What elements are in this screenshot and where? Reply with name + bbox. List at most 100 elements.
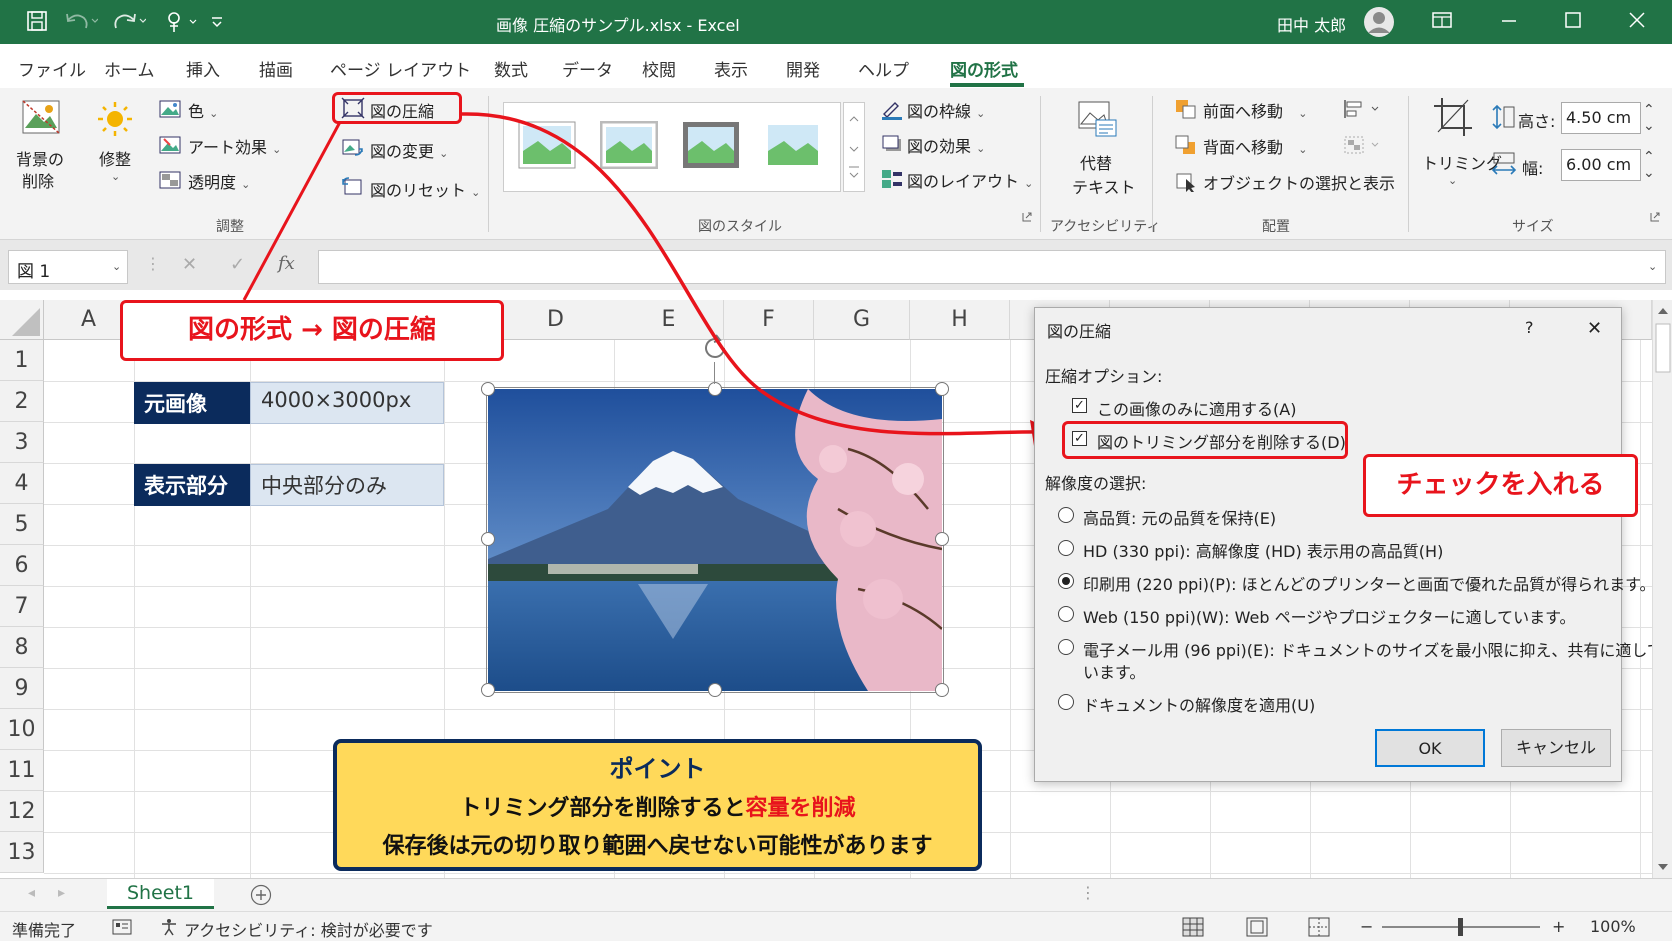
remove-bg-label-1[interactable]: 背景の [16,146,64,170]
status-accessibility[interactable]: アクセシビリティ: 検討が必要です [184,917,433,941]
selection-pane-button[interactable]: オブジェクトの選択と表示 [1203,170,1395,194]
save-icon[interactable] [26,10,48,32]
name-box[interactable]: 図 1 [8,250,128,284]
undo-icon[interactable] [64,10,98,32]
resolution-radio-high[interactable] [1058,507,1074,523]
row-header-6[interactable]: 6 [0,545,44,586]
resolution-radio-hd[interactable] [1058,540,1074,556]
reset-picture-button[interactable]: 図のリセット ⌄ [370,177,480,201]
maximize-icon[interactable] [1564,10,1582,30]
picture-effects-button[interactable]: 図の効果 ⌄ [907,133,985,157]
tab-view[interactable]: 表示 [714,56,748,81]
send-backward-icon[interactable] [1174,134,1198,156]
sheet-scroll-left-icon[interactable]: ◂ [28,885,35,901]
styles-dialog-launcher-icon[interactable] [1022,212,1032,222]
tab-picture-format[interactable]: 図の形式 [950,56,1018,81]
row-header-11[interactable]: 11 [0,750,44,791]
ribbon-display-icon[interactable] [1432,10,1452,30]
macro-record-icon[interactable] [112,918,132,936]
width-input[interactable]: 6.00 cm [1561,149,1641,181]
resolution-option-document[interactable]: ドキュメントの解像度を適用(U) [1083,692,1315,716]
transparency-icon[interactable] [158,169,182,191]
picture-effects-icon[interactable] [880,133,904,155]
width-spinner-icon[interactable]: ⌃ ⌄ [1643,149,1655,181]
gallery-scroll[interactable] [843,102,865,192]
tab-formulas[interactable]: 数式 [494,56,528,81]
customize-qat-icon[interactable] [210,10,224,32]
minimize-icon[interactable] [1500,10,1518,30]
select-all-corner[interactable] [0,300,44,340]
resolution-option-high[interactable]: 高品質: 元の品質を保持(E) [1083,505,1276,529]
tab-review[interactable]: 校閲 [642,56,676,81]
rotate-handle-icon[interactable] [700,333,730,363]
normal-view-icon[interactable] [1182,917,1204,937]
picture-style-thumb-4[interactable] [764,121,822,169]
row-header-7[interactable]: 7 [0,586,44,627]
resolution-radio-email[interactable] [1058,639,1074,655]
cell-c2[interactable]: 4000×3000px [250,382,444,424]
alt-text-icon[interactable] [1076,98,1118,140]
alt-text-label-2[interactable]: テキスト [1072,174,1136,198]
color-button[interactable]: 色 ⌄ [188,98,218,122]
dialog-help-icon[interactable]: ? [1525,318,1534,337]
cell-c4[interactable]: 中央部分のみ [250,464,444,506]
vertical-scrollbar[interactable] [1652,300,1672,878]
expand-formula-icon[interactable]: ⌄ [1648,260,1657,273]
apply-only-checkbox[interactable]: ✓ [1072,398,1087,413]
row-header-1[interactable]: 1 [0,340,44,381]
hscroll-grip-icon[interactable]: ⋮ [1080,883,1096,902]
formula-input[interactable] [318,250,1666,284]
redo-icon[interactable] [112,10,146,32]
zoom-in-icon[interactable]: + [1552,917,1565,936]
remove-bg-label-2[interactable]: 削除 [22,168,54,192]
tab-data[interactable]: データ [562,56,613,81]
resize-handle-w[interactable] [481,532,495,546]
row-header-2[interactable]: 2 [0,381,44,422]
sheet-scroll-right-icon[interactable]: ▸ [58,885,65,901]
zoom-out-icon[interactable]: − [1360,917,1373,936]
tab-developer[interactable]: 開発 [786,56,820,81]
tab-file[interactable]: ファイル [18,56,86,81]
enter-entry-icon[interactable]: ✓ [230,254,245,275]
row-header-3[interactable]: 3 [0,422,44,463]
resolution-option-web[interactable]: Web (150 ppi)(W): Web ページやプロジェクターに適しています… [1083,604,1576,628]
name-box-dropdown-icon[interactable]: ⌄ [112,260,121,273]
resolution-option-hd[interactable]: HD (330 ppi): 高解像度 (HD) 表示用の高品質(H) [1083,538,1443,562]
tab-insert[interactable]: 挿入 [186,56,220,81]
crop-dropdown-icon[interactable]: ⌄ [1448,174,1457,187]
cell-b2[interactable]: 元画像 [134,382,250,424]
avatar[interactable] [1363,6,1395,38]
column-header-g[interactable]: G [814,300,910,340]
reset-picture-icon[interactable] [341,176,365,198]
column-header-h[interactable]: H [910,300,1010,340]
picture-style-thumb-2[interactable] [600,121,658,169]
ok-button[interactable]: OK [1375,729,1485,767]
mount-fuji-photo[interactable] [488,389,942,691]
column-header-f[interactable]: F [724,300,814,340]
resize-handle-e[interactable] [935,532,949,546]
insert-function-icon[interactable]: fx [278,253,295,274]
resolution-radio-print[interactable] [1058,573,1074,589]
resolution-radio-web[interactable] [1058,606,1074,622]
align-icon[interactable] [1342,98,1382,120]
artistic-effects-icon[interactable] [158,134,182,156]
picture-style-thumb-1[interactable] [518,121,576,169]
accessibility-icon[interactable] [160,918,178,936]
row-header-13[interactable]: 13 [0,832,44,873]
corrections-label[interactable]: 修整 [99,146,131,170]
page-break-view-icon[interactable] [1308,917,1330,937]
resolution-option-email[interactable]: 電子メール用 (96 ppi)(E): ドキュメントのサイズを最小限に抑え、共有… [1083,637,1663,661]
touch-mode-icon[interactable] [164,10,198,34]
apply-only-label[interactable]: この画像のみに適用する(A) [1097,396,1296,420]
dialog-close-icon[interactable]: ✕ [1587,318,1602,339]
resolution-radio-document[interactable] [1058,694,1074,710]
resolution-option-email-cont[interactable]: います。 [1083,659,1145,683]
remove-background-icon[interactable] [20,98,62,140]
row-header-4[interactable]: 4 [0,463,44,504]
bring-forward-button[interactable]: 前面へ移動 ⌄ [1203,98,1308,122]
cancel-button[interactable]: キャンセル [1501,729,1611,767]
change-picture-icon[interactable] [341,137,365,159]
picture-border-button[interactable]: 図の枠線 ⌄ [907,98,985,122]
alt-text-label-1[interactable]: 代替 [1080,150,1112,174]
user-name[interactable]: 田中 太郎 [1277,12,1346,36]
